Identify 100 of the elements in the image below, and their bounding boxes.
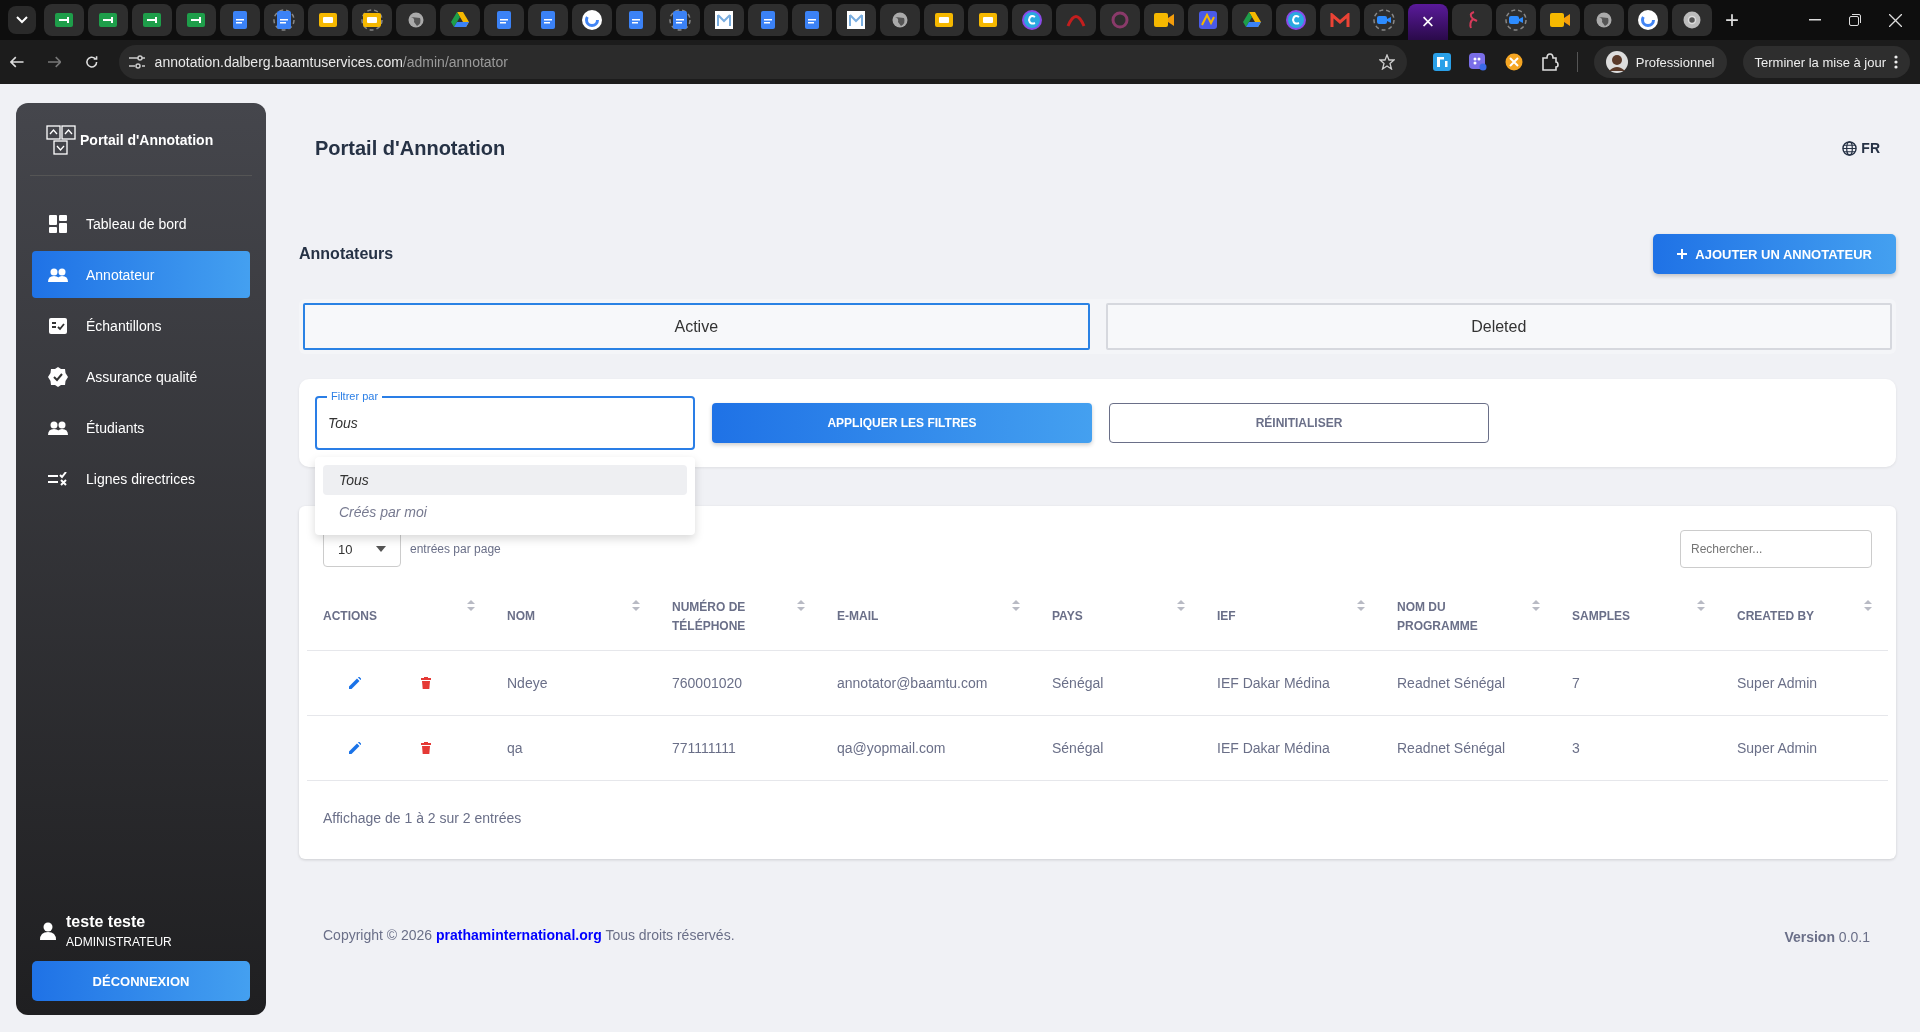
browser-tab[interactable] [220, 4, 260, 36]
browser-tab[interactable] [880, 4, 920, 36]
update-button[interactable]: Terminer la mise à jour [1742, 46, 1910, 78]
ring-icon [1111, 11, 1129, 29]
browser-tab[interactable] [1584, 4, 1624, 36]
extension-icon[interactable] [1468, 53, 1487, 71]
browser-tab[interactable] [572, 4, 612, 36]
address-bar[interactable]: annotation.dalberg.baamtuservices.com/admin/annotator [118, 45, 1407, 79]
edit-button[interactable] [347, 740, 363, 756]
nav-item[interactable]: Échantillons [32, 302, 250, 349]
browser-tab[interactable] [1364, 4, 1404, 36]
browser-tab[interactable] [528, 4, 568, 36]
browser-tab[interactable] [44, 4, 84, 36]
reload-icon[interactable] [85, 55, 99, 69]
table-cell: 3 [1556, 716, 1721, 781]
search-field[interactable]: Rechercher... [1680, 530, 1872, 568]
site-settings-icon[interactable] [128, 55, 145, 69]
column-header[interactable]: NOM [491, 584, 656, 651]
reset-button[interactable]: RÉINITIALISER [1109, 403, 1489, 443]
browser-tab[interactable] [1012, 4, 1052, 36]
verified-badge-icon [48, 366, 68, 387]
browser-tab[interactable] [176, 4, 216, 36]
extension-icon[interactable] [1432, 53, 1451, 71]
edit-button[interactable] [347, 675, 363, 691]
status-tab[interactable]: Deleted [1105, 303, 1892, 350]
browser-tab[interactable] [484, 4, 524, 36]
globe-icon [408, 12, 424, 28]
browser-tab[interactable] [792, 4, 832, 36]
column-header[interactable]: CREATED BY [1721, 584, 1888, 651]
new-tab-button[interactable]: + [1716, 6, 1748, 34]
slides-icon [319, 13, 337, 27]
table-cell: Readnet Sénégal [1381, 716, 1556, 781]
browser-tab[interactable] [704, 4, 744, 36]
browser-tab[interactable] [1672, 4, 1712, 36]
rule-icon [48, 471, 68, 486]
nav-item[interactable]: Étudiants [32, 404, 250, 451]
browser-tab[interactable] [88, 4, 128, 36]
puzzle-icon[interactable] [1540, 53, 1559, 71]
url-text: annotation.dalberg.baamtuservices.com/admin/annotator [154, 54, 509, 70]
column-header[interactable]: SAMPLES [1556, 584, 1721, 651]
status-tab[interactable]: Active [303, 303, 1090, 350]
column-header[interactable]: PAYS [1036, 584, 1201, 651]
forward-arrow-icon[interactable] [47, 56, 62, 68]
column-header[interactable]: NUMÉRO DE TÉLÉPHONE [656, 584, 821, 651]
trash-icon [421, 742, 431, 754]
column-header[interactable]: E-MAIL [821, 584, 1036, 651]
nav-item[interactable]: Assurance qualité [32, 353, 250, 400]
browser-tab[interactable] [748, 4, 788, 36]
back-arrow-icon[interactable] [10, 56, 24, 68]
page-title: Portail d'Annotation [315, 136, 506, 160]
browser-logo-icon [1683, 11, 1701, 29]
table-cell: 7 [1556, 651, 1721, 716]
delete-button[interactable] [419, 740, 433, 756]
nav-item[interactable]: Lignes directrices [32, 455, 250, 502]
minimize-icon[interactable] [1809, 19, 1821, 21]
dropdown-option[interactable]: Créés par moi [323, 497, 687, 527]
column-header[interactable]: NOM DU PROGRAMME [1381, 584, 1556, 651]
column-header[interactable]: ACTIONS [307, 584, 491, 651]
app-icon [1199, 11, 1217, 29]
star-icon[interactable] [1378, 54, 1395, 70]
browser-tab[interactable] [396, 4, 436, 36]
people-icon [48, 420, 68, 435]
browser-tab[interactable] [132, 4, 172, 36]
browser-tab[interactable] [308, 4, 348, 36]
browser-tab[interactable] [352, 4, 392, 36]
extension-icon[interactable] [1504, 53, 1523, 71]
browser-tab[interactable] [440, 4, 480, 36]
browser-tab[interactable] [968, 4, 1008, 36]
browser-tab[interactable] [836, 4, 876, 36]
browser-tab[interactable] [660, 4, 700, 36]
caret-icon [376, 546, 386, 552]
apply-filters-button[interactable]: APPLIQUER LES FILTRES [712, 403, 1092, 443]
browser-tab[interactable] [1540, 4, 1580, 36]
nav-item[interactable]: Tableau de bord [32, 200, 250, 247]
browser-tab[interactable] [1276, 4, 1316, 36]
tab-search-button[interactable] [8, 6, 36, 34]
nav-item[interactable]: Annotateur [32, 251, 250, 298]
table-cell: Super Admin [1721, 651, 1888, 716]
profile-button[interactable]: Professionnel [1593, 46, 1727, 78]
browser-tab[interactable] [264, 4, 304, 36]
language-button[interactable]: FR [1842, 140, 1880, 156]
add-annotator-button[interactable]: AJOUTER UN ANNOTATEUR [1653, 234, 1896, 274]
delete-button[interactable] [419, 675, 433, 691]
browser-tab[interactable] [1188, 4, 1228, 36]
close-icon[interactable] [1889, 13, 1902, 27]
browser-tab[interactable] [1628, 4, 1668, 36]
circle-logo-icon [1022, 10, 1042, 30]
browser-tab[interactable] [924, 4, 964, 36]
website-link[interactable]: prathaminternational.org [436, 927, 602, 943]
globe-icon [1842, 140, 1858, 156]
browser-tab[interactable]: × [1408, 4, 1448, 40]
browser-tab[interactable] [1496, 4, 1536, 36]
dropdown-option[interactable]: Tous [323, 465, 687, 495]
restore-icon[interactable] [1849, 14, 1861, 26]
logo-icon [46, 125, 76, 155]
logout-button[interactable]: DÉCONNEXION [32, 961, 250, 1001]
browser-tab[interactable] [1232, 4, 1272, 36]
browser-tab[interactable] [616, 4, 656, 36]
browser-tab[interactable] [1144, 4, 1184, 36]
column-header[interactable]: IEF [1201, 584, 1381, 651]
